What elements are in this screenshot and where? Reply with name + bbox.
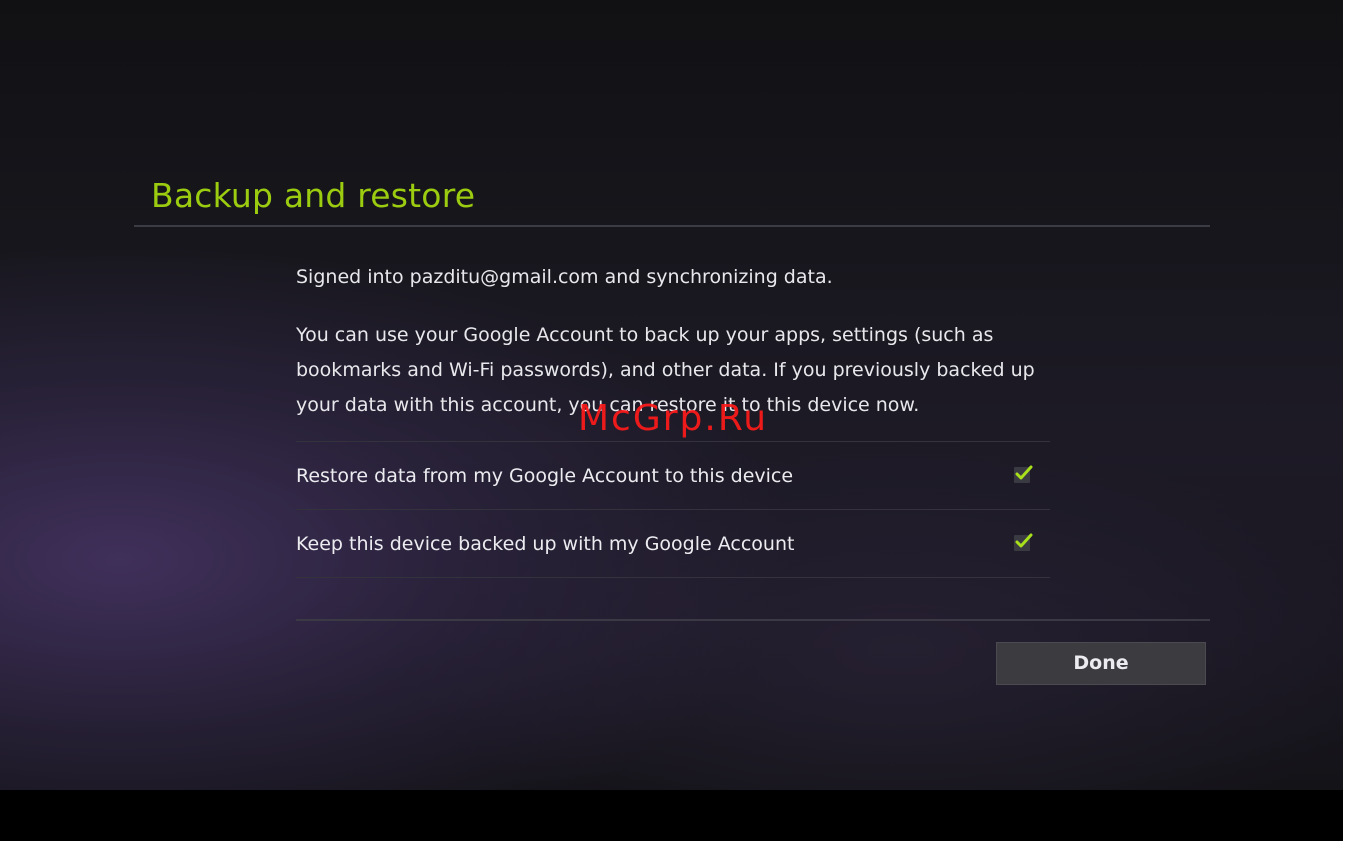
restore-data-option[interactable]: Restore data from my Google Account to t… bbox=[296, 443, 1050, 509]
option-divider bbox=[296, 577, 1050, 578]
checkmark-icon bbox=[1015, 533, 1033, 548]
setup-screen: Backup and restore Signed into pazditu@g… bbox=[0, 0, 1345, 790]
restore-data-label: Restore data from my Google Account to t… bbox=[296, 465, 794, 487]
option-divider bbox=[296, 509, 1050, 510]
keep-backed-up-checkbox[interactable] bbox=[1014, 533, 1033, 551]
signed-in-status: Signed into pazditu@gmail.com and synchr… bbox=[296, 266, 833, 288]
keep-backed-up-label: Keep this device backed up with my Googl… bbox=[296, 533, 795, 555]
watermark: McGrp.Ru bbox=[578, 398, 769, 439]
keep-backed-up-option[interactable]: Keep this device backed up with my Googl… bbox=[296, 511, 1050, 577]
done-button[interactable]: Done bbox=[996, 642, 1206, 685]
page-title: Backup and restore bbox=[151, 176, 476, 215]
restore-data-checkbox[interactable] bbox=[1014, 465, 1033, 483]
option-divider bbox=[296, 441, 1050, 442]
footer-divider bbox=[296, 619, 1210, 621]
bottom-bar bbox=[0, 790, 1345, 841]
checkmark-icon bbox=[1015, 465, 1033, 480]
title-divider bbox=[134, 225, 1210, 227]
